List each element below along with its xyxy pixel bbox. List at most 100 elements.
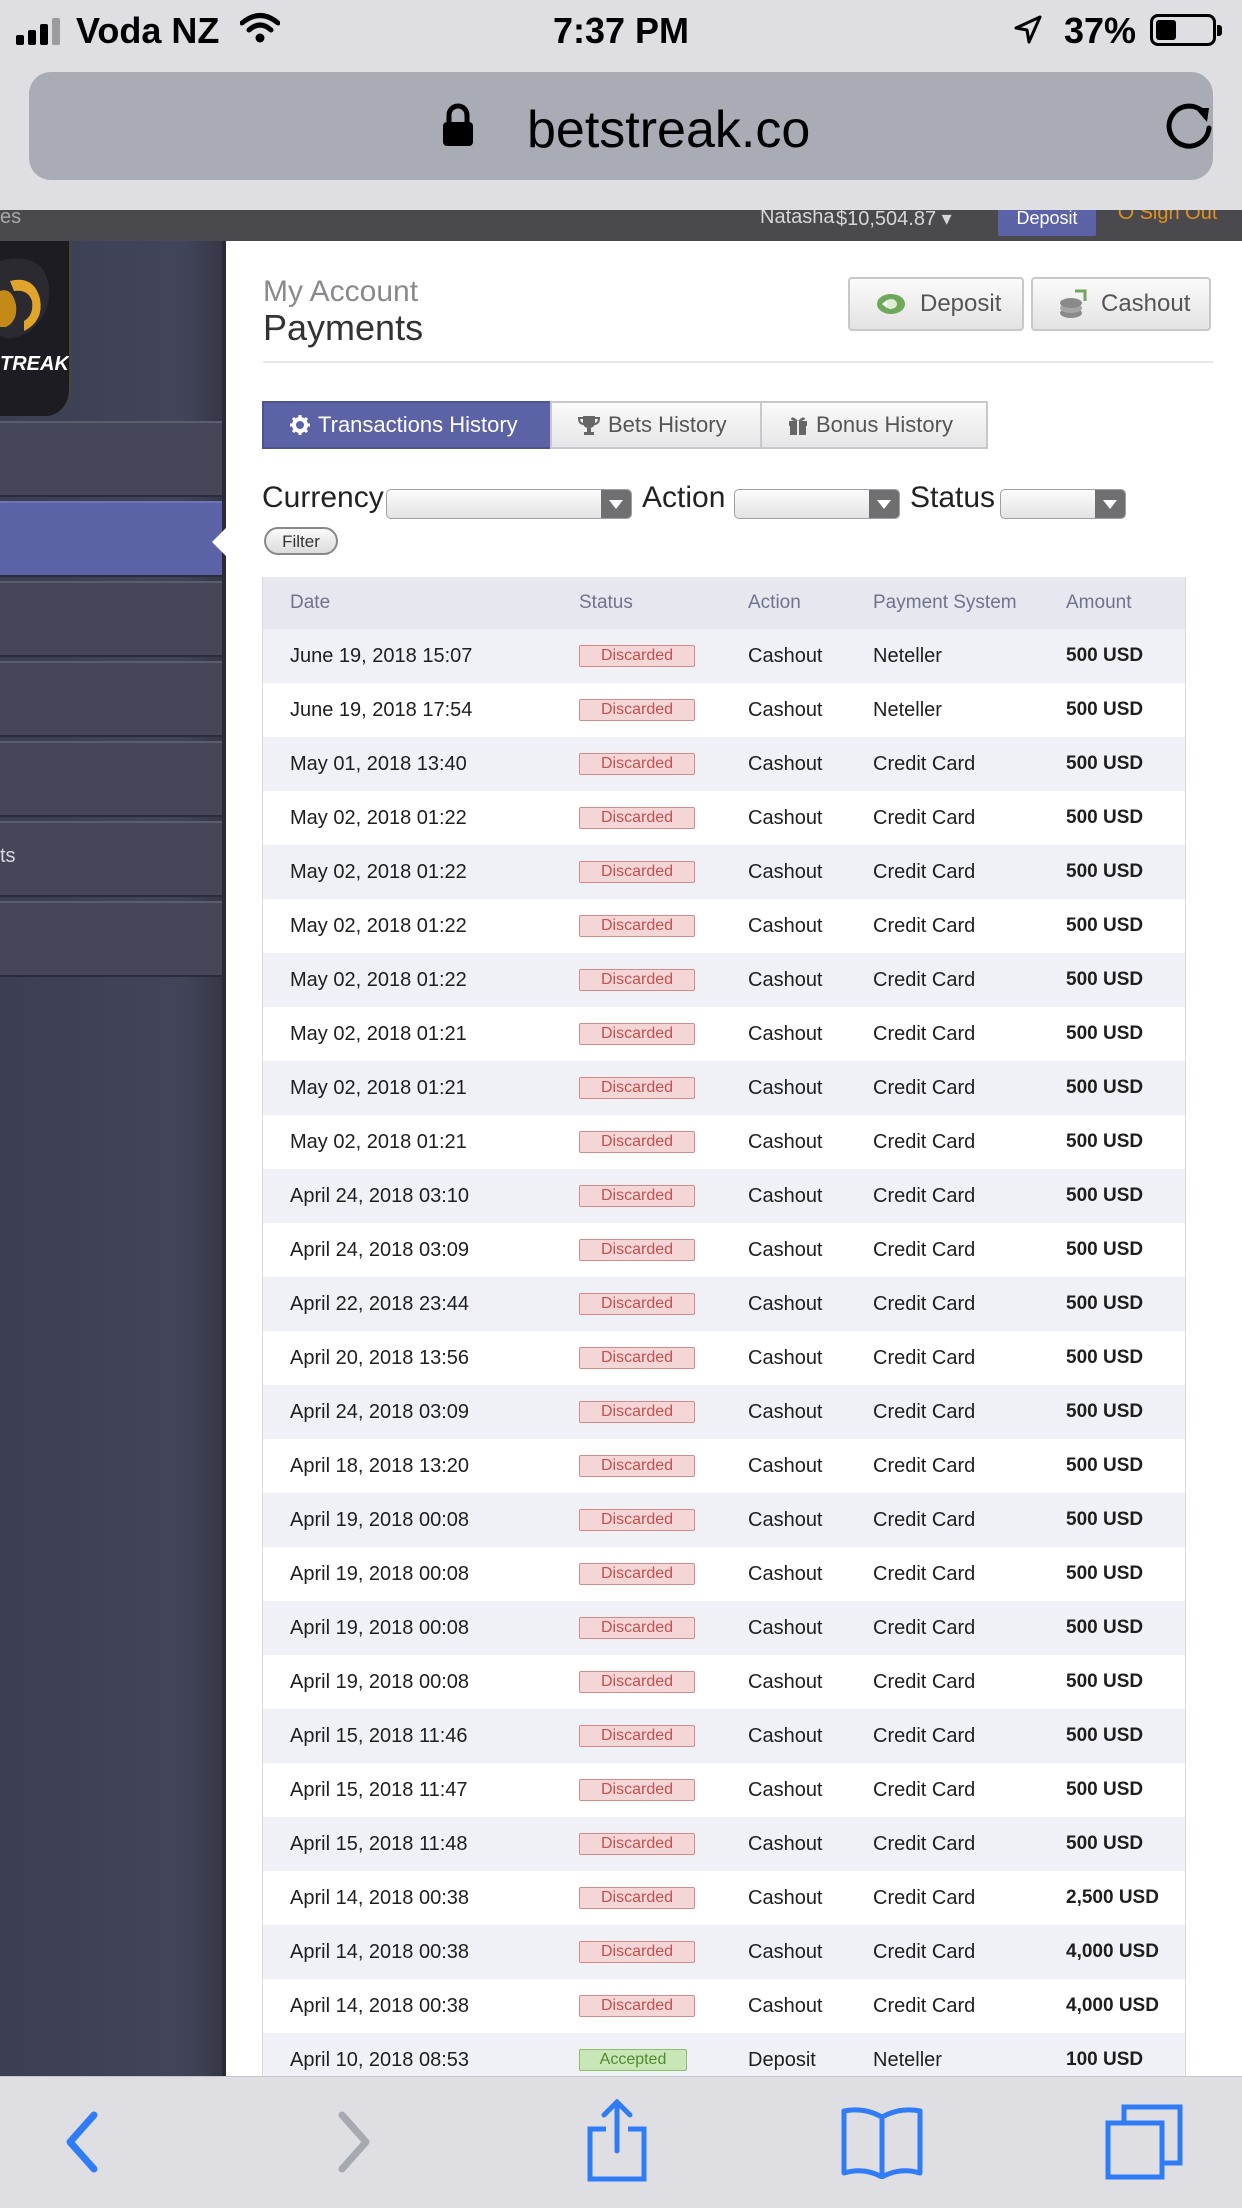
- cell-payment-system: Neteller: [873, 644, 942, 667]
- cell-payment-system: Credit Card: [873, 914, 976, 937]
- tab-bonus-history[interactable]: Bonus History: [760, 401, 988, 449]
- cell-action: Cashout: [748, 1022, 823, 1045]
- table-row[interactable]: May 02, 2018 01:21 Discarded Cashout Credit…: [263, 1115, 1185, 1169]
- table-row[interactable]: May 02, 2018 01:22 Discarded Cashout Credit…: [263, 791, 1185, 845]
- table-row[interactable]: May 01, 2018 13:40 Discarded Cashout Credit…: [263, 737, 1185, 791]
- chevron-down-icon: [601, 490, 631, 518]
- sidebar-item-2[interactable]: [0, 501, 222, 577]
- cell-date: May 02, 2018 01:22: [290, 914, 467, 937]
- back-icon[interactable]: [60, 2107, 104, 2177]
- cell-action: Cashout: [748, 1778, 823, 1801]
- filter-button[interactable]: Filter: [264, 527, 338, 555]
- cell-amount: 500 USD: [1066, 1833, 1144, 1854]
- cell-status: Discarded: [579, 1061, 695, 1115]
- table-row[interactable]: April 24, 2018 03:10 Discarded Cashout Cred…: [263, 1169, 1185, 1223]
- cell-status: Discarded: [579, 629, 695, 683]
- cell-amount: 500 USD: [1066, 1401, 1144, 1422]
- cell-action: Cashout: [748, 806, 823, 829]
- table-row[interactable]: May 02, 2018 01:21 Discarded Cashout Credit…: [263, 1061, 1185, 1115]
- cashout-button[interactable]: Cashout: [1031, 277, 1211, 331]
- table-row[interactable]: May 02, 2018 01:21 Discarded Cashout Credit…: [263, 1007, 1185, 1061]
- cell-amount: 500 USD: [1066, 1023, 1144, 1044]
- header-deposit-button[interactable]: Deposit: [998, 210, 1096, 236]
- tabs-icon[interactable]: [1104, 2103, 1184, 2183]
- table-row[interactable]: April 20, 2018 13:56 Discarded Cashout Cred…: [263, 1331, 1185, 1385]
- table-row[interactable]: April 19, 2018 00:08 Discarded Cashout Cred…: [263, 1655, 1185, 1709]
- balance-dropdown[interactable]: $10,504.87 ▾: [836, 210, 952, 231]
- sidebar-item-5[interactable]: [0, 741, 222, 817]
- status-badge: Discarded: [579, 1563, 695, 1585]
- table-row[interactable]: May 02, 2018 01:22 Discarded Cashout Credit…: [263, 953, 1185, 1007]
- table-row[interactable]: April 24, 2018 03:09 Discarded Cashout Cred…: [263, 1385, 1185, 1439]
- table-row[interactable]: May 02, 2018 01:22 Discarded Cashout Credit…: [263, 899, 1185, 953]
- column-header-amount[interactable]: Amount: [1066, 577, 1131, 629]
- sidebar-item-1[interactable]: [0, 421, 222, 497]
- site-logo[interactable]: TREAK: [0, 241, 72, 416]
- table-row[interactable]: May 02, 2018 01:22 Discarded Cashout Credit…: [263, 845, 1185, 899]
- cell-date: April 22, 2018 23:44: [290, 1292, 470, 1315]
- table-row[interactable]: April 14, 2018 00:38 Discarded Cashout Cred…: [263, 1871, 1185, 1925]
- sign-out-link[interactable]: ⭘ Sign Out: [1118, 210, 1217, 225]
- table-row[interactable]: April 15, 2018 11:46 Discarded Cashout Cred…: [263, 1709, 1185, 1763]
- share-icon[interactable]: [584, 2099, 650, 2183]
- deposit-button[interactable]: Deposit: [848, 277, 1024, 331]
- cell-amount: 500 USD: [1066, 1239, 1144, 1260]
- cell-date: April 15, 2018 11:46: [290, 1724, 468, 1747]
- table-row[interactable]: April 19, 2018 00:08 Discarded Cashout Cred…: [263, 1601, 1185, 1655]
- action-select[interactable]: [734, 489, 900, 519]
- cell-amount: 500 USD: [1066, 807, 1144, 828]
- header-divider: [263, 361, 1213, 363]
- cell-date: April 15, 2018 11:48: [290, 1832, 468, 1855]
- table-row[interactable]: June 19, 2018 17:54 Discarded Cashout Netel…: [263, 683, 1185, 737]
- column-header-action[interactable]: Action: [748, 577, 801, 629]
- reload-icon[interactable]: [1161, 98, 1217, 154]
- status-badge: Accepted: [579, 2049, 687, 2071]
- status-select[interactable]: [1000, 489, 1126, 519]
- cell-status: Discarded: [579, 791, 695, 845]
- table-row[interactable]: April 14, 2018 00:38 Discarded Cashout Cred…: [263, 1925, 1185, 1979]
- sidebar-item-3[interactable]: [0, 581, 222, 657]
- column-header-status[interactable]: Status: [579, 577, 633, 629]
- table-row[interactable]: April 15, 2018 11:47 Discarded Cashout Cred…: [263, 1763, 1185, 1817]
- sidebar-item-4[interactable]: [0, 661, 222, 737]
- action-label: Action: [642, 481, 726, 514]
- bookmarks-icon[interactable]: [840, 2105, 924, 2179]
- cashout-button-label: Cashout: [1101, 290, 1191, 317]
- nav-fragment[interactable]: es: [0, 210, 21, 229]
- tab-transactions-history[interactable]: Transactions History: [262, 401, 552, 449]
- cell-action: Cashout: [748, 1940, 823, 1963]
- table-row[interactable]: April 18, 2018 13:20 Discarded Cashout Cred…: [263, 1439, 1185, 1493]
- table-row[interactable]: April 14, 2018 00:38 Discarded Cashout Cred…: [263, 1979, 1185, 2033]
- forward-icon[interactable]: [332, 2107, 376, 2177]
- cell-amount: 2,500 USD: [1066, 1887, 1159, 1908]
- column-header-payment-system[interactable]: Payment System: [873, 577, 1017, 629]
- breadcrumb[interactable]: My Account: [263, 275, 418, 309]
- table-row[interactable]: April 19, 2018 00:08 Discarded Cashout Cred…: [263, 1493, 1185, 1547]
- cell-payment-system: Credit Card: [873, 1292, 976, 1315]
- cell-payment-system: Credit Card: [873, 1454, 976, 1477]
- table-row[interactable]: April 22, 2018 23:44 Discarded Cashout Cred…: [263, 1277, 1185, 1331]
- cell-amount: 500 USD: [1066, 1185, 1144, 1206]
- cell-action: Cashout: [748, 1130, 823, 1153]
- tab-bets-history[interactable]: Bets History: [550, 401, 762, 449]
- cell-date: June 19, 2018 17:54: [290, 698, 473, 721]
- column-header-date[interactable]: Date: [290, 577, 330, 629]
- cell-action: Cashout: [748, 1670, 823, 1693]
- cell-action: Cashout: [748, 698, 823, 721]
- cell-date: May 02, 2018 01:22: [290, 860, 467, 883]
- address-bar[interactable]: betstreak.co: [29, 72, 1213, 180]
- table-row[interactable]: June 19, 2018 15:07 Discarded Cashout Netel…: [263, 629, 1185, 683]
- table-row[interactable]: April 24, 2018 03:09 Discarded Cashout Cred…: [263, 1223, 1185, 1277]
- cell-date: April 19, 2018 00:08: [290, 1562, 470, 1585]
- table-row[interactable]: April 19, 2018 00:08 Discarded Cashout Cred…: [263, 1547, 1185, 1601]
- currency-select[interactable]: [386, 489, 632, 519]
- cell-date: April 24, 2018 03:09: [290, 1238, 470, 1261]
- cell-payment-system: Credit Card: [873, 1130, 976, 1153]
- sidebar-item-6[interactable]: ts: [0, 821, 222, 897]
- tab-label: Transactions History: [318, 412, 518, 437]
- tab-label: Bonus History: [816, 412, 953, 437]
- table-row[interactable]: April 15, 2018 11:48 Discarded Cashout Cred…: [263, 1817, 1185, 1871]
- status-badge: Discarded: [579, 1779, 695, 1801]
- sidebar-item-7[interactable]: [0, 901, 222, 977]
- sidebar-item-label: ts: [0, 845, 16, 867]
